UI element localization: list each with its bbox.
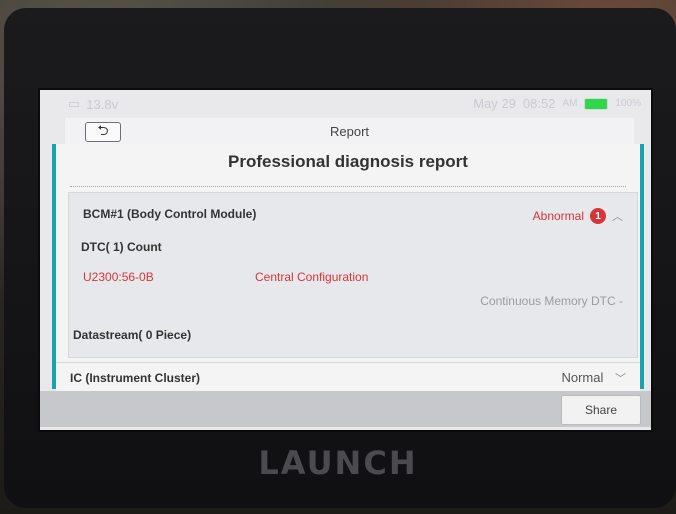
module-name: IC (Instrument Cluster) xyxy=(70,371,201,385)
status-normal-text: Normal xyxy=(561,370,604,385)
page-title: Report xyxy=(329,124,370,139)
chevron-down-icon: ﹀ xyxy=(615,373,626,385)
launch-logo: LAUNCH xyxy=(258,444,418,482)
ampm-text: AM xyxy=(562,98,578,109)
report-panel: Professional diagnosis report BCM#1 (Bod… xyxy=(52,144,644,391)
battery-icon xyxy=(584,97,609,110)
module-name: BCM#1 (Body Control Module) xyxy=(83,207,257,221)
dtc-type: Continuous Memory DTC - xyxy=(480,294,623,308)
dtc-description: Central Configuration xyxy=(255,270,369,284)
share-button[interactable]: Share xyxy=(561,395,641,425)
date-text: May 29 xyxy=(473,96,516,111)
status-left: ▭ 13.8v xyxy=(68,96,118,112)
module-row-ic[interactable]: IC (Instrument Cluster) Normal ﹀ xyxy=(56,362,640,391)
status-right: May 29 08:52 AM 100% xyxy=(473,96,641,111)
time-text: 08:52 xyxy=(522,96,556,111)
module-status-toggle[interactable]: Abnormal 1 ︿ xyxy=(533,208,623,224)
status-bar: ▭ 13.8v May 29 08:52 AM 100% xyxy=(40,93,651,115)
datastream-label[interactable]: Datastream( 0 Piece) xyxy=(73,328,191,342)
dotted-divider xyxy=(70,186,626,187)
bottom-action-bar: Share xyxy=(40,391,651,427)
status-normal: Normal ﹀ xyxy=(561,370,626,386)
voltage-readout: 13.8v xyxy=(86,96,119,112)
module-card-bcm: BCM#1 (Body Control Module) Abnormal 1 ︿… xyxy=(68,192,638,358)
status-abnormal: Abnormal xyxy=(532,209,584,223)
battery-percent: 100% xyxy=(615,98,641,109)
dtc-count-label: DTC( 1) Count xyxy=(81,240,162,254)
chevron-up-icon: ︿ xyxy=(612,211,623,223)
fault-count-badge: 1 xyxy=(590,208,606,224)
battery-voltage-icon: ▭ xyxy=(68,96,81,111)
title-bar: ⮌ Report xyxy=(65,118,634,145)
report-header: Professional diagnosis report xyxy=(228,152,468,171)
dtc-code: U2300:56-0B xyxy=(83,270,154,284)
